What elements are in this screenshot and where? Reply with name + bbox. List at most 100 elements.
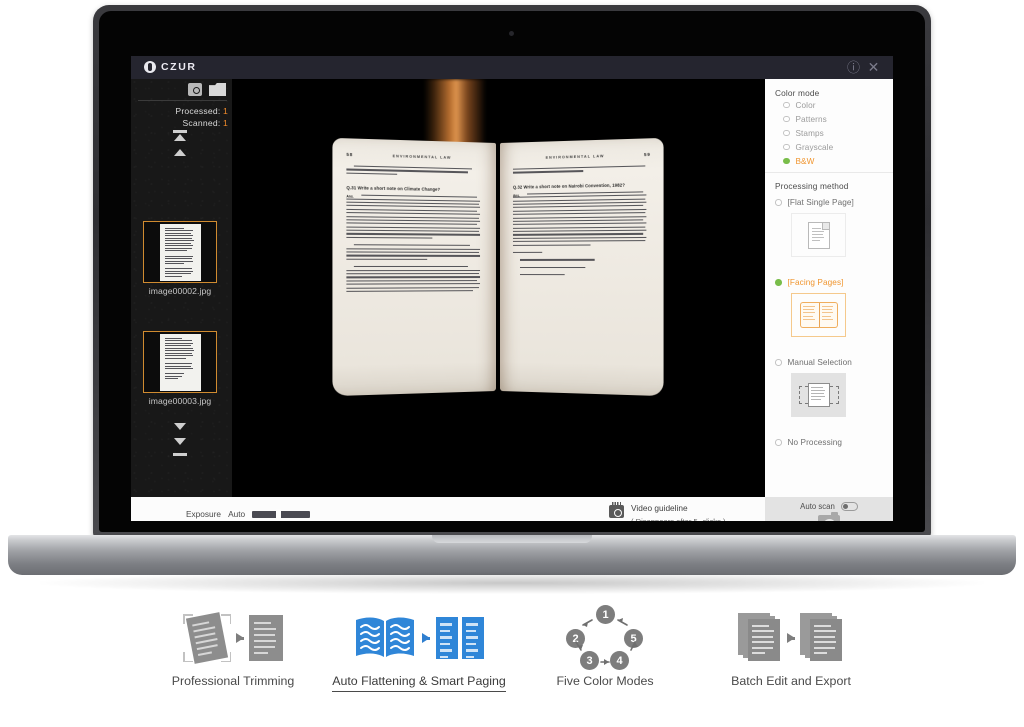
exposure-slider-handle[interactable] — [276, 509, 282, 519]
running-head: ENVIRONMENTAL LAW — [545, 154, 605, 160]
feature-label: Professional Trimming — [171, 674, 295, 688]
exposure-control[interactable]: Exposure Auto — [186, 509, 311, 519]
color-mode-option-patterns[interactable]: Patterns — [783, 112, 887, 126]
crop-marks-icon — [183, 610, 231, 666]
thumbnail-page-preview — [159, 223, 201, 281]
arrow-right-icon — [422, 633, 430, 643]
help-circle-icon[interactable]: ⓘ — [846, 60, 861, 75]
option-label: [Facing Pages] — [787, 278, 844, 287]
scroll-down-icon[interactable] — [173, 423, 186, 430]
processed-label: Processed: — [175, 106, 221, 116]
color-mode-option-color[interactable]: Color — [783, 98, 887, 112]
processing-option-no-processing[interactable]: No Processing — [775, 435, 887, 450]
feature-auto-flattening: Auto Flattening & Smart Paging — [326, 602, 512, 727]
book-page-right: ENVIRONMENTAL LAW 59 Q.32 Write a short … — [500, 137, 664, 397]
divider — [765, 172, 893, 173]
video-guideline-subtitle: ( Disappears after 5 -clicks ) — [631, 517, 726, 521]
page-number: 58 — [346, 151, 354, 158]
radio-icon[interactable] — [783, 115, 790, 123]
page-question: Q.31 Write a short note on Climate Chang… — [346, 185, 441, 193]
processing-option-manual-selection[interactable]: Manual Selection — [775, 355, 887, 417]
radio-icon[interactable] — [775, 439, 782, 446]
open-book-icon — [356, 617, 414, 657]
arrow-right-icon — [787, 633, 795, 643]
option-label: B&W — [795, 156, 815, 166]
feature-five-color-modes: 1 2 3 4 5 Five Color Modes — [512, 602, 698, 727]
thumbnail-toolbar — [188, 83, 226, 96]
video-guideline[interactable]: Video guideline ( Disappears after 5 -cl… — [609, 502, 726, 521]
radio-icon-selected[interactable] — [783, 157, 790, 165]
folder-icon[interactable] — [209, 83, 226, 96]
manual-selection-icon[interactable] — [791, 373, 846, 417]
option-label: Stamps — [795, 128, 824, 138]
scroll-to-top-icon[interactable] — [172, 130, 187, 141]
scroll-to-bottom-icon[interactable] — [172, 438, 187, 456]
scroll-up-icon[interactable] — [173, 149, 186, 156]
thumbnail-image[interactable] — [143, 331, 217, 393]
single-page-icon[interactable] — [791, 213, 846, 257]
document-stack-source-icon — [738, 613, 782, 663]
feature-label: Batch Edit and Export — [731, 674, 851, 688]
feature-label: Auto Flattening & Smart Paging — [332, 674, 506, 692]
feature-batch-edit-export: Batch Edit and Export — [698, 602, 884, 727]
color-mode-option-stamps[interactable]: Stamps — [783, 126, 887, 140]
color-mode-title: Color mode — [775, 88, 820, 98]
exposure-slider[interactable] — [252, 509, 311, 519]
flattening-art — [354, 602, 484, 674]
option-label: No Processing — [787, 438, 843, 447]
thumbnail-nav-bottom — [131, 423, 228, 456]
autoscan-control[interactable]: Auto scan — [765, 502, 893, 511]
webcam-icon — [509, 31, 514, 36]
autoscan-toggle[interactable] — [840, 502, 858, 511]
czur-logo-icon — [144, 61, 156, 73]
thumbnail-nav-top — [131, 130, 228, 156]
scanned-label: Scanned: — [182, 118, 221, 128]
radio-icon[interactable] — [783, 129, 790, 137]
page-number: 59 — [643, 151, 651, 158]
laptop-base-notch — [432, 535, 592, 543]
divider — [138, 100, 227, 101]
list-item[interactable]: image00003.jpg — [143, 331, 217, 406]
camera-shutter-icon[interactable] — [818, 512, 840, 521]
thumbnail-image[interactable] — [143, 221, 217, 283]
option-label: Patterns — [795, 114, 827, 124]
flat-page-left-icon — [436, 617, 458, 659]
settings-panel: Color mode Color Patterns Stamps Graysca… — [765, 79, 893, 497]
exposure-label: Exposure — [186, 509, 222, 519]
app-logo: CZUR — [144, 61, 197, 73]
color-mode-section: Color mode Color Patterns Stamps Graysca… — [775, 88, 887, 168]
running-head: ENVIRONMENTAL LAW — [392, 154, 452, 160]
skewed-document-icon — [185, 612, 229, 664]
trimming-art — [183, 602, 283, 674]
processing-option-facing-pages[interactable]: [Facing Pages] — [775, 275, 887, 337]
radio-icon[interactable] — [775, 199, 782, 206]
radio-icon[interactable] — [783, 101, 790, 109]
scan-preview-area[interactable]: 58 ENVIRONMENTAL LAW Q.31 Write a short … — [232, 79, 765, 497]
radio-icon[interactable] — [775, 359, 782, 366]
gear-icon[interactable] — [188, 83, 202, 96]
radio-icon-selected[interactable] — [775, 279, 782, 286]
list-item[interactable]: image00002.jpg — [143, 221, 217, 296]
close-icon[interactable]: ✕ — [866, 60, 881, 75]
thumbnail-sidebar: Processed: 1 Scanned: 1 image00002.jpg i… — [131, 79, 232, 497]
czur-application-window: CZUR ⓘ ✕ Processed: 1 Scanned: 1 image00… — [131, 56, 893, 521]
exposure-mode-label[interactable]: Auto — [228, 509, 245, 519]
thumbnail-page-preview — [159, 333, 201, 391]
processing-option-flat-single-page[interactable]: [Flat Single Page] — [775, 195, 887, 257]
autoscan-label: Auto scan — [800, 502, 835, 511]
radio-icon[interactable] — [783, 143, 790, 151]
processing-method-title: Processing method — [775, 181, 849, 191]
scanned-counter: Scanned: 1 — [131, 118, 228, 128]
color-mode-option-grayscale[interactable]: Grayscale — [783, 140, 887, 154]
laptop-shadow — [40, 572, 984, 594]
list-intro — [512, 251, 543, 254]
facing-pages-icon[interactable] — [791, 293, 846, 337]
window-titlebar: CZUR ⓘ ✕ — [131, 56, 893, 79]
app-title: CZUR — [161, 61, 197, 73]
list-item-label: image00002.jpg — [148, 286, 212, 296]
processed-count: 1 — [223, 106, 228, 116]
book-preview: 58 ENVIRONMENTAL LAW Q.31 Write a short … — [332, 137, 664, 397]
video-guideline-title[interactable]: Video guideline — [631, 503, 726, 513]
camera-icon[interactable] — [609, 502, 624, 518]
color-mode-option-bw[interactable]: B&W — [783, 154, 887, 168]
